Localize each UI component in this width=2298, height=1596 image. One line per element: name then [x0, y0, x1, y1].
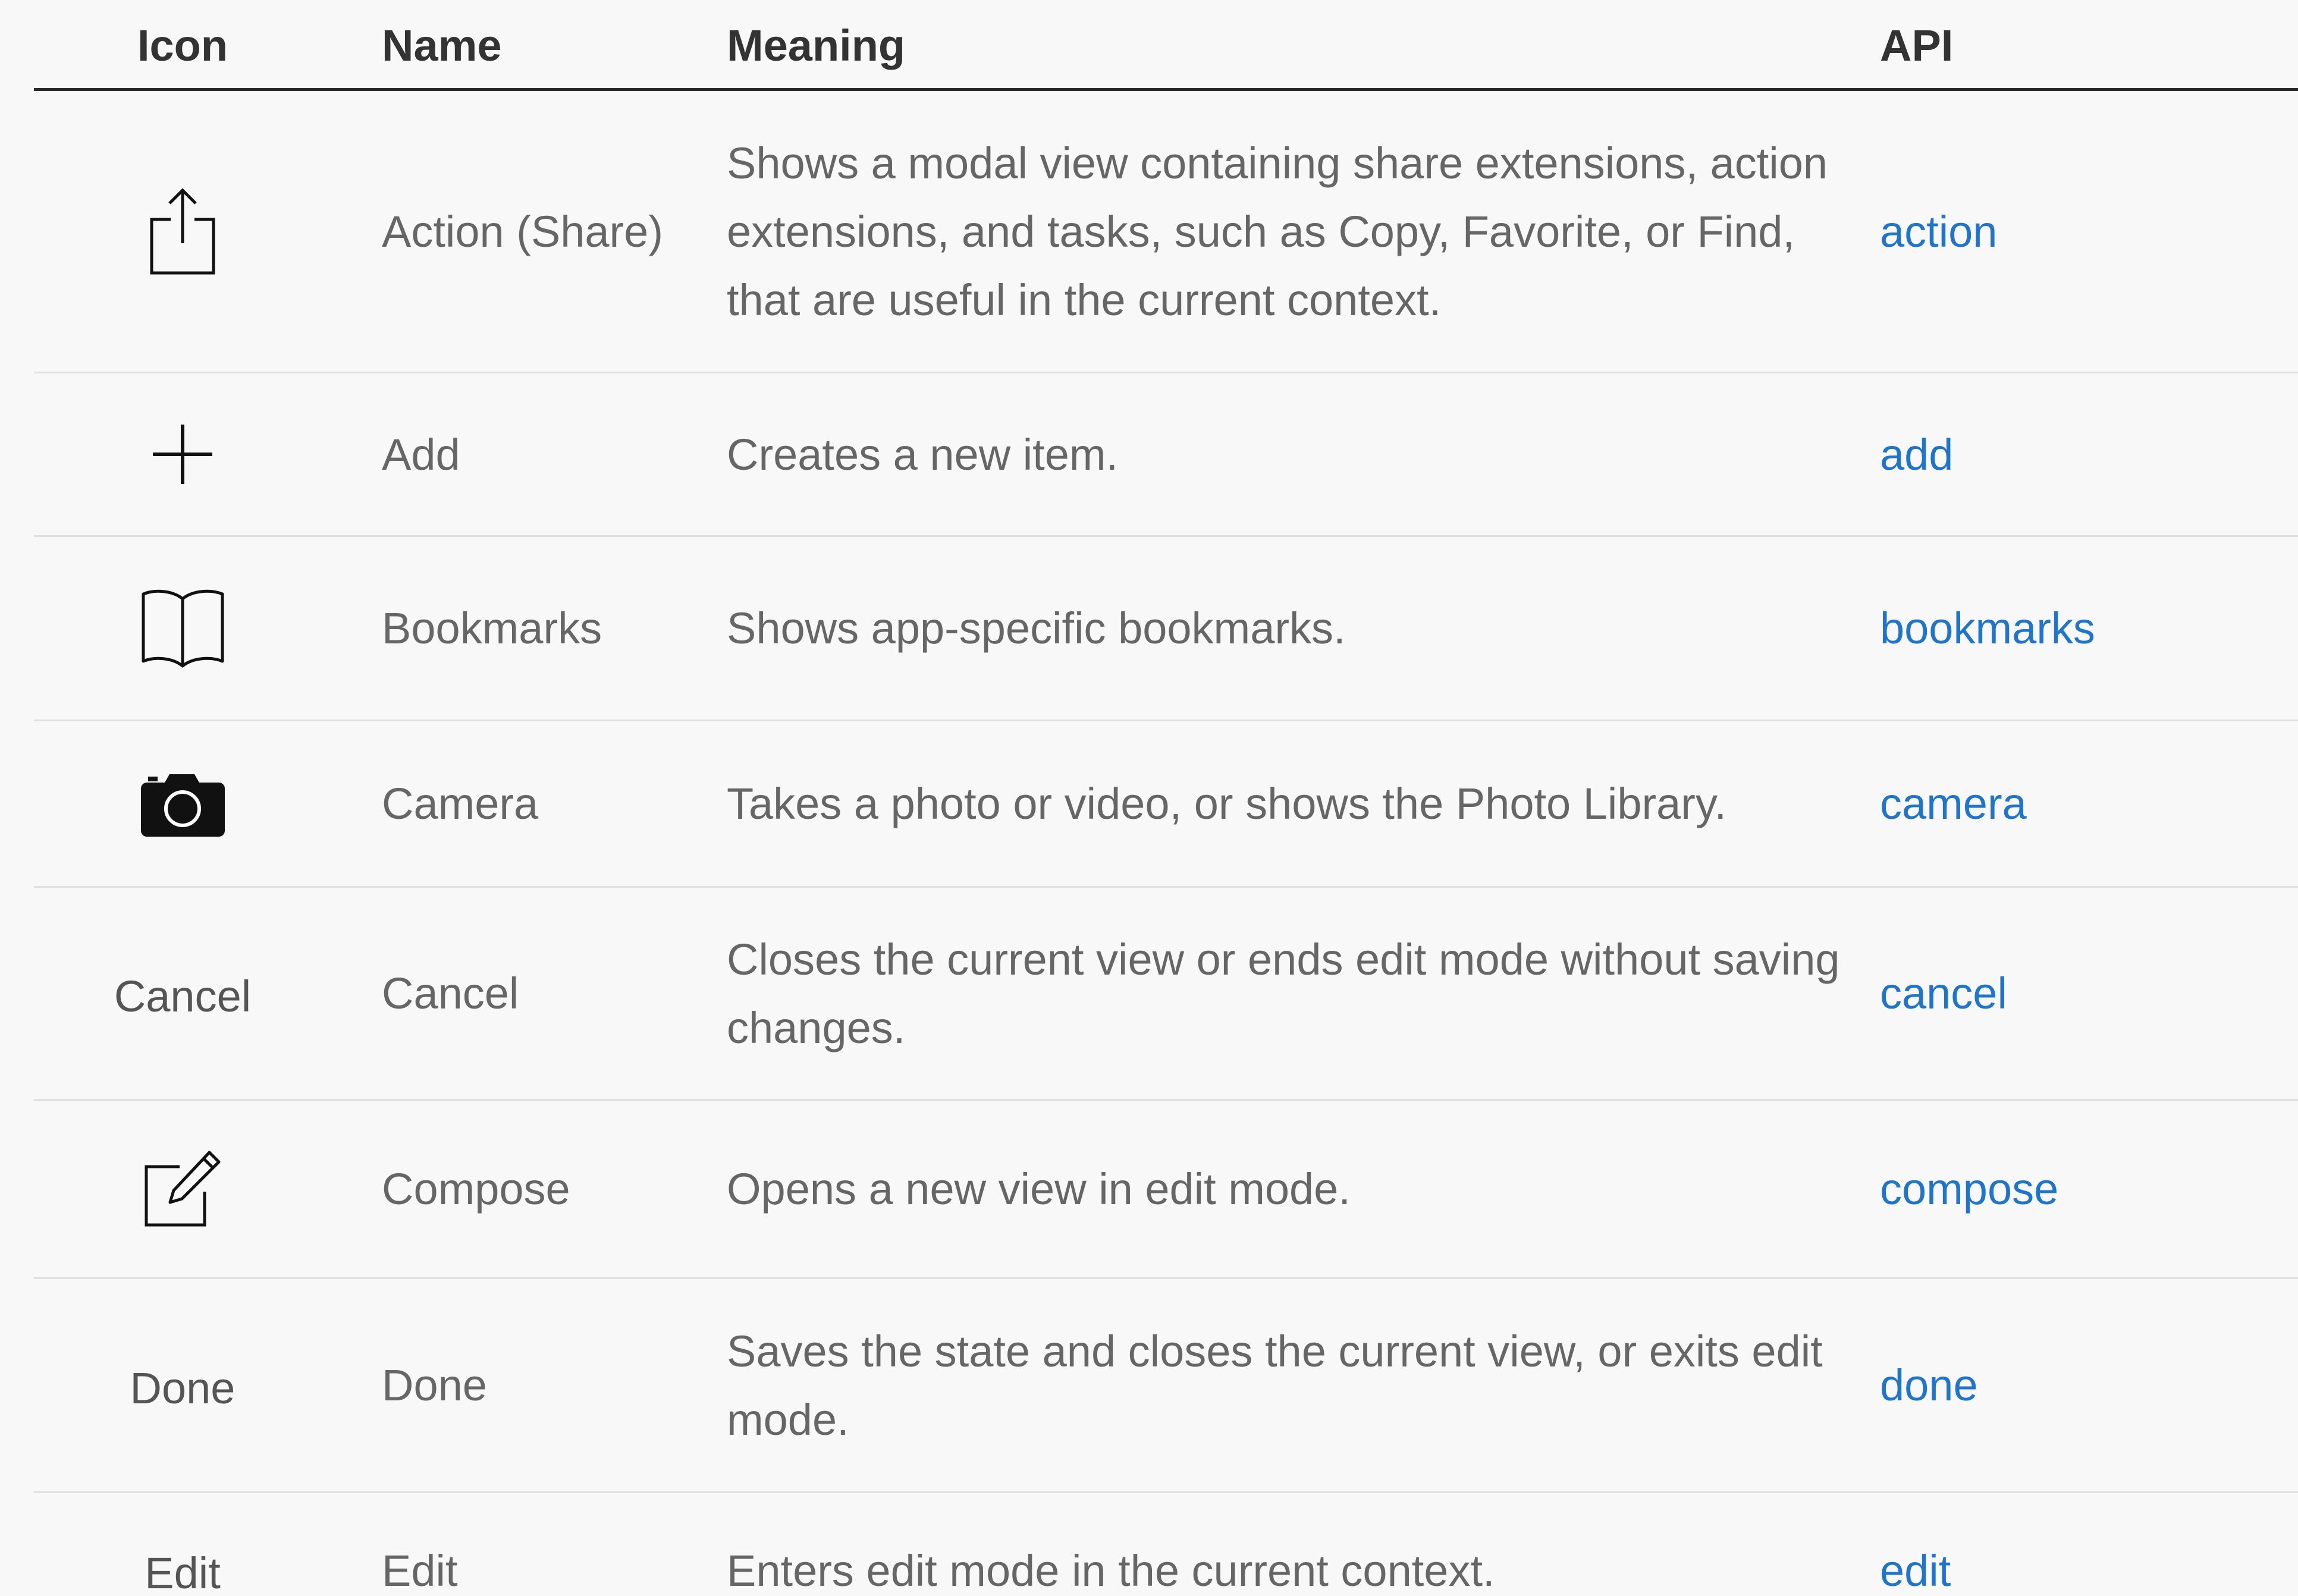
row-meaning: Shows app-specific bookmarks. [727, 604, 1346, 653]
api-link-edit[interactable]: edit [1880, 1537, 1951, 1596]
header-name: Name [382, 21, 502, 70]
api-link-compose[interactable]: compose [1880, 1155, 2058, 1223]
row-name: Add [382, 429, 460, 479]
page: Icon Name Meaning API Action (Share) Sho… [0, 0, 2298, 1596]
share-icon [147, 187, 218, 276]
row-meaning: Closes the current view or ends edit mod… [727, 934, 1840, 1053]
table-header: Icon Name Meaning API [34, 0, 2298, 91]
row-name: Done [382, 1361, 487, 1410]
compose-icon [143, 1149, 223, 1229]
api-link-camera[interactable]: camera [1880, 769, 2027, 838]
table-row: Cancel Cancel Closes the current view or… [34, 888, 2298, 1101]
api-link-bookmarks[interactable]: bookmarks [1880, 594, 2095, 662]
table-row: Done Done Saves the state and closes the… [34, 1279, 2298, 1493]
api-link-action[interactable]: action [1880, 197, 1997, 266]
row-meaning: Takes a photo or video, or shows the Pho… [727, 779, 1727, 828]
table-row: Action (Share) Shows a modal view contai… [34, 91, 2298, 373]
row-meaning: Enters edit mode in the current context. [727, 1545, 1495, 1595]
row-name: Compose [382, 1164, 570, 1214]
row-name: Bookmarks [382, 604, 602, 653]
done-text-icon: Done [130, 1363, 236, 1413]
plus-icon [150, 422, 215, 487]
row-name: Camera [382, 779, 539, 828]
row-name: Cancel [382, 969, 519, 1018]
api-link-add[interactable]: add [1880, 420, 1953, 489]
api-link-cancel[interactable]: cancel [1880, 959, 2007, 1028]
table-row: Edit Edit Enters edit mode in the curren… [34, 1493, 2298, 1596]
edit-text-icon: Edit [145, 1548, 221, 1596]
bar-button-items-table: Icon Name Meaning API Action (Share) Sho… [34, 0, 2298, 1596]
row-name: Edit [382, 1545, 458, 1595]
table-row: Bookmarks Shows app-specific bookmarks. … [34, 537, 2298, 721]
row-meaning: Saves the state and closes the current v… [727, 1326, 1823, 1444]
book-icon [140, 587, 226, 670]
row-name: Action (Share) [382, 206, 663, 256]
api-link-done[interactable]: done [1880, 1351, 1978, 1419]
table-row: Compose Opens a new view in edit mode. c… [34, 1101, 2298, 1279]
row-meaning: Creates a new item. [727, 429, 1119, 479]
header-icon: Icon [137, 21, 228, 70]
row-meaning: Shows a modal view containing share exte… [727, 138, 1828, 325]
header-meaning: Meaning [727, 21, 906, 70]
row-meaning: Opens a new view in edit mode. [727, 1164, 1351, 1214]
header-api: API [1880, 21, 1954, 70]
table-row: Camera Takes a photo or video, or shows … [34, 721, 2298, 888]
cancel-text-icon: Cancel [114, 971, 252, 1021]
camera-icon [140, 769, 226, 838]
table-row: Add Creates a new item. add [34, 373, 2298, 537]
